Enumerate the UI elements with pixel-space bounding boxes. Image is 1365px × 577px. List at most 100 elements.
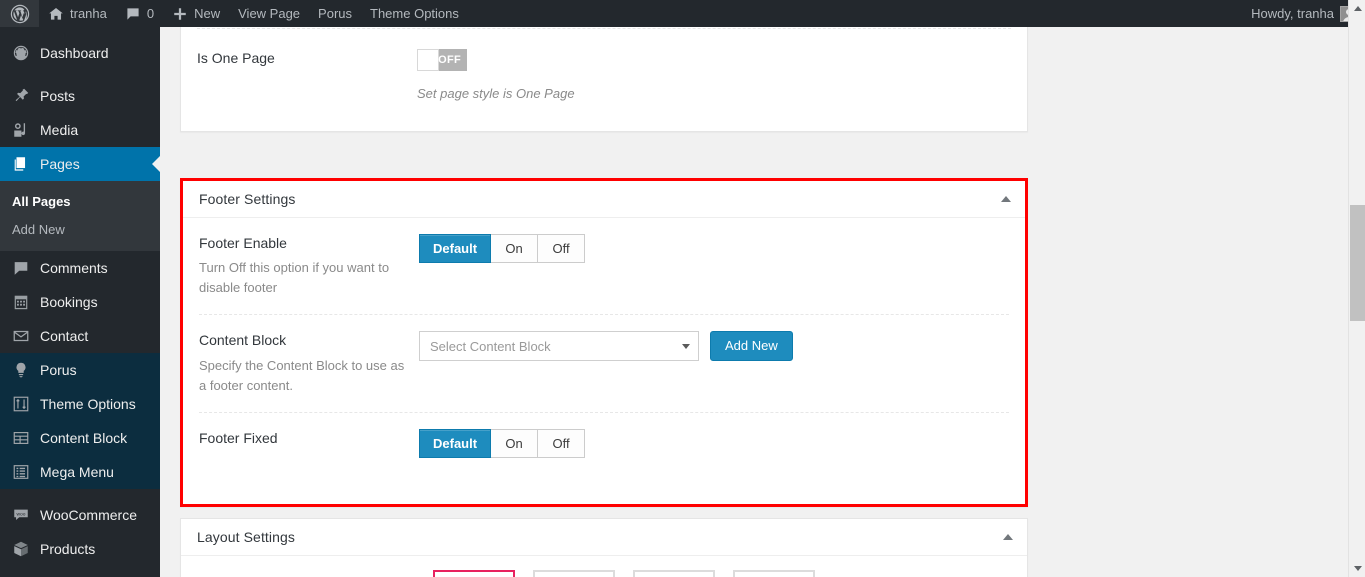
submenu-item-label: All Pages bbox=[12, 194, 71, 209]
site-name-button[interactable]: tranha bbox=[39, 0, 116, 27]
footer-fixed-option-off[interactable]: Off bbox=[538, 428, 586, 458]
sidebar-item-comments[interactable]: Comments bbox=[0, 251, 160, 285]
sidebar-item-mega-menu[interactable]: Mega Menu bbox=[0, 455, 160, 489]
theme-options-menu-button[interactable]: Theme Options bbox=[361, 0, 468, 27]
menu-spacer-1 bbox=[0, 70, 160, 79]
woo-icon: woo bbox=[11, 505, 31, 525]
sidebar-item-pages[interactable]: Pages bbox=[0, 147, 160, 181]
page-settings-body: Is One Page OFF Set page style is One Pa… bbox=[181, 27, 1027, 131]
svg-text:woo: woo bbox=[17, 513, 26, 518]
sidebar-item-contact[interactable]: Contact bbox=[0, 319, 160, 353]
panel-title: Footer Settings bbox=[199, 191, 296, 207]
content-block-select-row: Select Content Block Add New bbox=[419, 331, 1009, 362]
field-control-col: Default On Off bbox=[419, 428, 1009, 458]
sidebar-item-label: Media bbox=[40, 122, 79, 138]
submenu-item-label: Add New bbox=[12, 221, 65, 237]
media-icon bbox=[11, 120, 31, 140]
footer-settings-header[interactable]: Footer Settings bbox=[183, 181, 1025, 218]
sidebar-item-woocommerce[interactable]: woo WooCommerce bbox=[0, 498, 160, 532]
field-desc-footer-enable: Turn Off this option if you want to disa… bbox=[199, 260, 390, 296]
sidebar-item-posts[interactable]: Posts bbox=[0, 79, 160, 113]
footer-enable-option-default[interactable]: Default bbox=[419, 234, 492, 263]
pages-submenu: All Pages Add New bbox=[0, 181, 160, 252]
comment-bubble-icon bbox=[11, 258, 31, 278]
view-page-button[interactable]: View Page bbox=[229, 0, 309, 27]
footer-fixed-option-on[interactable]: On bbox=[491, 428, 539, 458]
field-label-footer-fixed: Footer Fixed bbox=[199, 429, 278, 446]
new-content-label: New bbox=[194, 6, 221, 21]
page-settings-panel-wrap: Is One Page OFF Set page style is One Pa… bbox=[180, 27, 1028, 132]
field-control-col: Select Content Block Add New bbox=[419, 331, 1009, 362]
scrollbar-up-button[interactable] bbox=[1349, 0, 1365, 17]
content-block-select-value: Select Content Block bbox=[430, 338, 551, 354]
scrollbar-down-button[interactable] bbox=[1349, 560, 1365, 577]
footer-enable-option-off[interactable]: Off bbox=[538, 234, 586, 263]
sidebar-item-media[interactable]: Media bbox=[0, 113, 160, 147]
toggle-state-label: OFF bbox=[438, 54, 461, 66]
is-one-page-toggle[interactable]: OFF bbox=[417, 49, 467, 71]
field-label-col: Footer Enable Turn Off this option if yo… bbox=[199, 234, 419, 298]
content-block-select[interactable]: Select Content Block bbox=[419, 331, 699, 362]
scrollbar-thumb[interactable] bbox=[1350, 205, 1365, 321]
site-name-label: tranha bbox=[70, 6, 107, 21]
layout-settings-header[interactable]: Layout Settings bbox=[181, 519, 1027, 556]
porus-menu-group: Porus Theme Options Content Block Mega M… bbox=[0, 353, 160, 490]
grid-icon bbox=[11, 428, 31, 448]
view-page-label: View Page bbox=[238, 6, 301, 21]
layout-option-3[interactable] bbox=[633, 570, 715, 577]
wordpress-logo-icon bbox=[10, 4, 30, 24]
menu-spacer-2 bbox=[0, 489, 160, 498]
footer-fixed-option-default[interactable]: Default bbox=[419, 428, 492, 458]
sidebar-item-content-block[interactable]: Content Block bbox=[0, 421, 160, 455]
sidebar-item-bookings[interactable]: Bookings bbox=[0, 285, 160, 319]
sidebar-item-label: Theme Options bbox=[40, 396, 136, 413]
add-new-content-block-button[interactable]: Add New bbox=[710, 331, 793, 362]
submenu-item-all-pages[interactable]: All Pages bbox=[0, 188, 160, 216]
footer-enable-option-on[interactable]: On bbox=[491, 234, 539, 263]
field-label-is-one-page: Is One Page bbox=[197, 50, 275, 66]
footer-fixed-button-group: Default On Off bbox=[419, 428, 586, 458]
porus-menu-button[interactable]: Porus bbox=[309, 0, 361, 27]
field-row-is-one-page: Is One Page OFF Set page style is One Pa… bbox=[197, 28, 1011, 131]
porus-label: Porus bbox=[318, 6, 353, 21]
layout-option-1[interactable] bbox=[433, 570, 515, 577]
sidebar-item-theme-options[interactable]: Theme Options bbox=[0, 387, 160, 421]
howdy-label: Howdy, tranha bbox=[1251, 6, 1334, 21]
sidebar-item-label: Content Block bbox=[40, 430, 128, 447]
dashboard-icon bbox=[11, 43, 31, 63]
theme-options-label: Theme Options bbox=[370, 6, 459, 21]
page-scrollbar[interactable] bbox=[1348, 0, 1365, 577]
sidebar-item-label: Products bbox=[40, 541, 96, 558]
box-icon bbox=[11, 539, 31, 559]
admin-bar-right: Howdy, tranha bbox=[1242, 0, 1365, 27]
chevron-down-icon bbox=[682, 343, 690, 349]
new-content-button[interactable]: New bbox=[163, 0, 229, 27]
sidebar-item-label: Porus bbox=[40, 362, 77, 379]
my-account-button[interactable]: Howdy, tranha bbox=[1242, 0, 1365, 27]
footer-enable-button-group: Default On Off bbox=[419, 234, 586, 263]
sidebar-item-label: Dashboard bbox=[40, 45, 109, 61]
layout-options-group bbox=[197, 556, 1011, 577]
sidebar-item-dashboard[interactable]: Dashboard bbox=[0, 36, 160, 70]
chevron-up-icon[interactable] bbox=[1001, 196, 1011, 202]
field-label-col: Footer Fixed bbox=[199, 429, 419, 447]
chevron-up-icon[interactable] bbox=[1003, 534, 1013, 540]
layout-option-2[interactable] bbox=[533, 570, 615, 577]
sidebar-item-products[interactable]: Products bbox=[0, 532, 160, 566]
comments-button[interactable]: 0 bbox=[116, 0, 163, 27]
home-icon bbox=[48, 6, 64, 22]
envelope-icon bbox=[11, 326, 31, 346]
layout-settings-body bbox=[181, 556, 1027, 577]
submenu-item-add-new[interactable]: Add New bbox=[0, 216, 160, 244]
field-label-col: Is One Page bbox=[197, 49, 417, 67]
field-label-footer-enable: Footer Enable bbox=[199, 235, 287, 251]
layout-option-4[interactable] bbox=[733, 570, 815, 577]
field-row-footer-enable: Footer Enable Turn Off this option if yo… bbox=[199, 218, 1009, 316]
sidebar-item-label: Comments bbox=[40, 260, 108, 277]
field-desc-content-block: Specify the Content Block to use as a fo… bbox=[199, 357, 405, 393]
wp-logo-button[interactable] bbox=[0, 0, 39, 27]
field-label-col: Content Block Specify the Content Block … bbox=[199, 331, 419, 395]
sidebar-item-porus[interactable]: Porus bbox=[0, 353, 160, 387]
field-control-col: OFF Set page style is One Page bbox=[417, 49, 1011, 101]
field-control-col: Default On Off bbox=[419, 234, 1009, 263]
